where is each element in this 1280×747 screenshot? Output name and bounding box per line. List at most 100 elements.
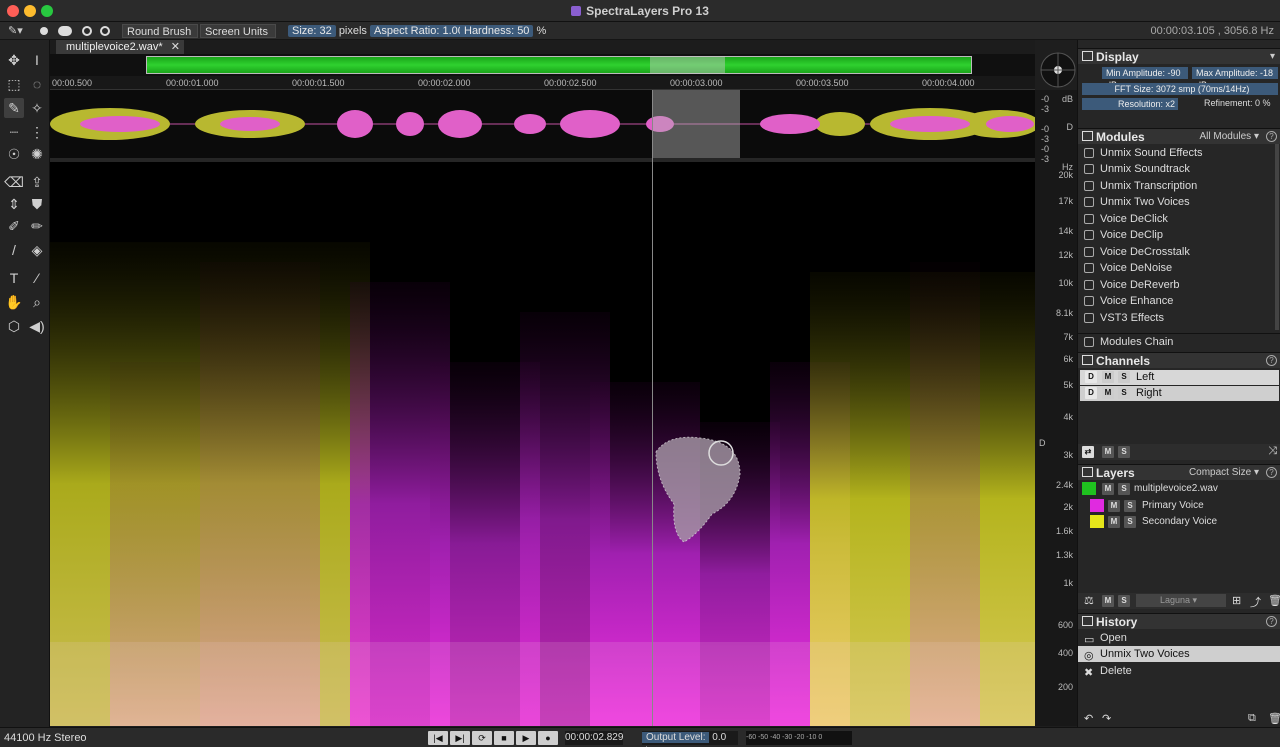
solo-button[interactable]: S bbox=[1118, 371, 1130, 383]
extract-icon[interactable]: ⇪ bbox=[27, 172, 47, 192]
layer-properties-icon[interactable]: ⚖ bbox=[1084, 594, 1094, 607]
zoom-icon[interactable]: ⌕ bbox=[27, 292, 47, 312]
solo-button[interactable]: S bbox=[1118, 595, 1130, 607]
module-item[interactable]: Voice DeClick bbox=[1078, 211, 1274, 227]
solo-button[interactable]: S bbox=[1124, 500, 1136, 512]
stretch-icon[interactable]: ⇕ bbox=[4, 194, 24, 214]
refinement-field[interactable]: Refinement: 0 % bbox=[1204, 98, 1271, 108]
lasso-select-icon[interactable]: ◌ bbox=[27, 74, 47, 94]
eraser-icon[interactable]: ⌫ bbox=[4, 172, 24, 192]
magic-wand-icon[interactable]: ✧ bbox=[27, 98, 47, 118]
display-panel-header[interactable]: Display ▾ bbox=[1078, 48, 1280, 64]
view-navigator[interactable] bbox=[1038, 40, 1078, 90]
channel-d-button[interactable]: D bbox=[1085, 371, 1097, 383]
help-icon[interactable]: ? bbox=[1266, 131, 1277, 142]
mute-button[interactable]: M bbox=[1102, 595, 1114, 607]
visible-range-bar[interactable] bbox=[146, 56, 972, 74]
record-button[interactable]: ● bbox=[538, 731, 558, 745]
text-cursor-tool-icon[interactable]: I bbox=[27, 50, 47, 70]
move-tool-icon[interactable]: ✥ bbox=[4, 50, 24, 70]
layers-panel-header[interactable]: Layers Compact Size ▾ ? bbox=[1078, 464, 1280, 480]
module-item[interactable]: Voice DeNoise bbox=[1078, 260, 1274, 276]
output-level-field[interactable]: Output Level: 0.0 dB bbox=[642, 731, 738, 747]
time-select-icon[interactable]: ┈ bbox=[4, 122, 24, 142]
undo-icon[interactable]: ↶ bbox=[1084, 712, 1093, 725]
transient-icon[interactable]: ✺ bbox=[27, 144, 47, 164]
brush-shape-ring-icon[interactable] bbox=[82, 26, 92, 36]
layers-size-select[interactable]: Compact Size ▾ bbox=[1189, 467, 1259, 478]
help-icon[interactable]: ? bbox=[1266, 467, 1277, 478]
speaker-icon[interactable]: ◀) bbox=[27, 316, 47, 336]
hand-icon[interactable]: ✋ bbox=[4, 292, 24, 312]
resolution-slider[interactable]: Resolution: x2 bbox=[1082, 98, 1178, 110]
text-tool-icon[interactable]: T bbox=[4, 268, 24, 288]
heal-icon[interactable]: ✐ bbox=[4, 216, 24, 236]
mute-button[interactable]: M bbox=[1108, 516, 1120, 528]
module-item[interactable]: Unmix Two Voices bbox=[1078, 194, 1274, 210]
overview-navigator[interactable] bbox=[50, 54, 1035, 76]
brush-tool-icon[interactable]: ✎▾ bbox=[8, 24, 23, 38]
brush-shape-soft-icon[interactable] bbox=[100, 26, 110, 36]
module-item[interactable]: Voice DeClip bbox=[1078, 227, 1274, 243]
channel-d-button[interactable]: D bbox=[1085, 387, 1097, 399]
copy-icon[interactable]: ⧉ bbox=[1248, 712, 1256, 725]
stop-button[interactable]: ■ bbox=[494, 731, 514, 745]
layer-file-row[interactable]: M S multiplevoice2.wav bbox=[1078, 481, 1280, 497]
trash-icon[interactable]: 🗑 bbox=[1268, 712, 1280, 725]
hardness-field[interactable]: Hardness: 50 % bbox=[460, 24, 546, 38]
clone-stamp-icon[interactable]: ⛊ bbox=[27, 194, 47, 214]
solo-button[interactable]: S bbox=[1118, 446, 1130, 458]
tab-multiplevoice2[interactable]: multiplevoice2.wav* ✕ bbox=[56, 40, 184, 54]
modules-chain-button[interactable]: Modules Chain bbox=[1078, 333, 1280, 349]
spectrogram-view[interactable] bbox=[50, 162, 1035, 726]
split-icon[interactable]: ⤨ bbox=[1268, 445, 1277, 458]
module-item[interactable]: Unmix Soundtrack bbox=[1078, 161, 1274, 177]
fill-icon[interactable]: ◈ bbox=[27, 240, 47, 260]
eyedropper-icon[interactable]: ⁄ bbox=[27, 268, 47, 288]
mute-button[interactable]: M bbox=[1102, 371, 1114, 383]
history-item[interactable]: ◎ Unmix Two Voices bbox=[1078, 646, 1280, 662]
layer-action-icon[interactable]: ⤴ bbox=[1250, 594, 1261, 610]
mute-button[interactable]: M bbox=[1108, 500, 1120, 512]
3d-view-icon[interactable]: ⬡ bbox=[4, 316, 24, 336]
draw-icon[interactable]: / bbox=[4, 240, 24, 260]
rectangle-select-icon[interactable]: ⬚ bbox=[4, 74, 24, 94]
layer-row-secondary-voice[interactable]: M S Secondary Voice bbox=[1078, 514, 1280, 530]
swap-channels-icon[interactable]: ⇄ bbox=[1082, 446, 1094, 458]
channel-row-left[interactable]: D M S Left bbox=[1080, 370, 1279, 385]
help-icon[interactable]: ? bbox=[1266, 355, 1277, 366]
time-selection[interactable] bbox=[652, 90, 740, 158]
help-icon[interactable]: ? bbox=[1266, 616, 1277, 627]
playhead-cursor[interactable] bbox=[652, 90, 653, 726]
modules-filter-select[interactable]: All Modules ▾ bbox=[1199, 131, 1259, 142]
waveform-view[interactable] bbox=[50, 90, 1035, 158]
trash-icon[interactable]: 🗑 bbox=[1268, 594, 1280, 607]
frequency-scale[interactable]: -0 -3 -0 -3 -0 -3 dB D Hz 20k 17k 14k 12… bbox=[1035, 90, 1077, 726]
size-field[interactable]: Size: 32 pixels bbox=[288, 24, 367, 38]
fft-size-slider[interactable]: FFT Size: 3072 smp (70ms/14Hz) bbox=[1082, 83, 1278, 95]
mute-button[interactable]: M bbox=[1102, 483, 1114, 495]
modules-scrollbar[interactable] bbox=[1275, 144, 1279, 330]
min-amplitude-slider[interactable]: Min Amplitude: -90 dB bbox=[1102, 67, 1188, 90]
pencil-icon[interactable]: ✏ bbox=[27, 216, 47, 236]
brush-type-select[interactable]: Round Brush ▾ bbox=[122, 24, 198, 52]
time-ruler[interactable]: 00:00.500 00:00:01.000 00:00:01.500 00:0… bbox=[50, 76, 1035, 90]
solo-button[interactable]: S bbox=[1118, 483, 1130, 495]
solo-button[interactable]: S bbox=[1124, 516, 1136, 528]
solo-button[interactable]: S bbox=[1118, 387, 1130, 399]
module-item[interactable]: Unmix Transcription bbox=[1078, 178, 1274, 194]
aspect-ratio-field[interactable]: Aspect Ratio: 1.00 bbox=[370, 24, 468, 38]
loop-button[interactable]: ⟳ bbox=[472, 731, 492, 745]
blend-mode-select[interactable]: Laguna ▾ bbox=[1136, 594, 1226, 607]
history-item[interactable]: ✖ Delete bbox=[1078, 663, 1280, 679]
channel-row-right[interactable]: D M S Right bbox=[1080, 386, 1279, 401]
history-item[interactable]: ▭ Open bbox=[1078, 630, 1280, 646]
max-amplitude-slider[interactable]: Max Amplitude: -18 dB bbox=[1192, 67, 1278, 90]
mute-button[interactable]: M bbox=[1102, 446, 1114, 458]
units-select[interactable]: Screen Units ▾ bbox=[200, 24, 276, 52]
module-item[interactable]: Unmix Sound Effects bbox=[1078, 145, 1274, 161]
layer-row-primary-voice[interactable]: M S Primary Voice bbox=[1078, 498, 1280, 514]
harmonics-icon[interactable]: ☉ bbox=[4, 144, 24, 164]
history-panel-header[interactable]: History ? bbox=[1078, 613, 1280, 629]
module-item[interactable]: Voice DeCrosstalk bbox=[1078, 244, 1274, 260]
